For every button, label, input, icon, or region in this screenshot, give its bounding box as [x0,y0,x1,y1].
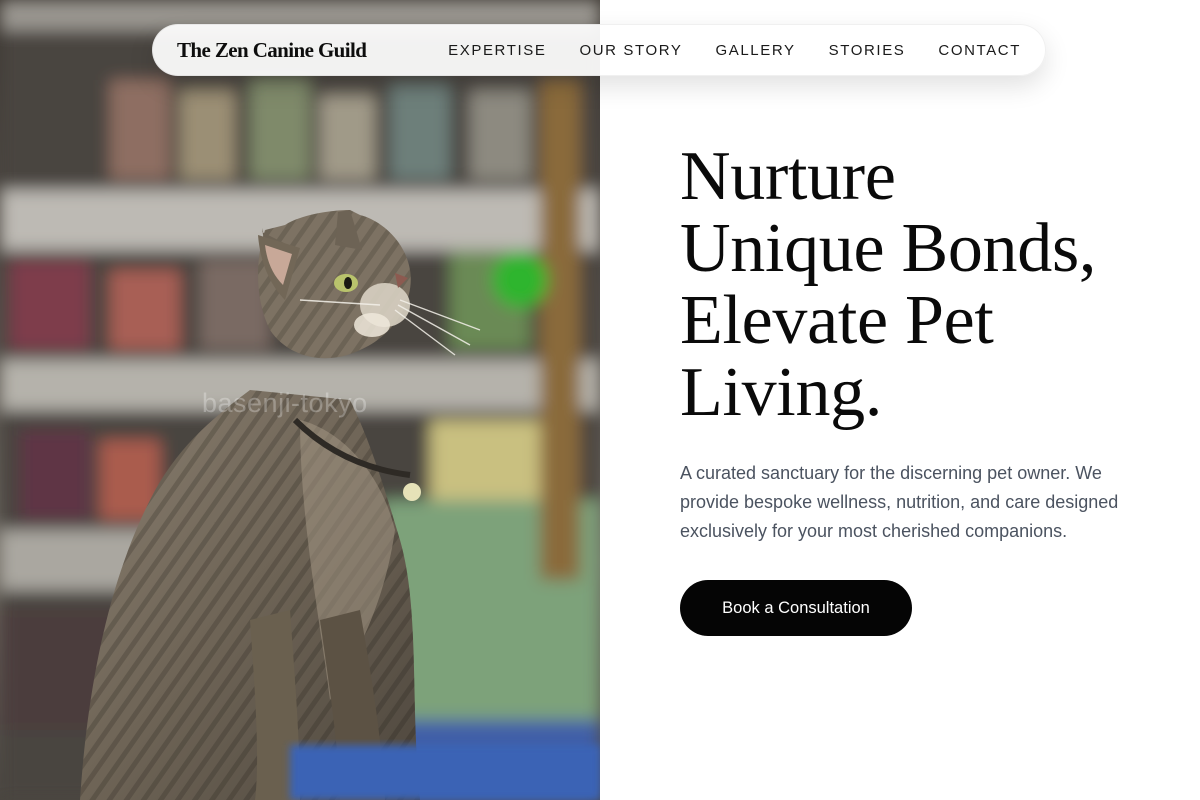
book-consultation-button[interactable]: Book a Consultation [680,580,912,636]
hero-section: Nurture Unique Bonds, Elevate Pet Living… [680,141,1160,636]
headline-line-2: Unique Bonds, [680,210,1097,287]
photo-watermark: basenji-tokyo [202,388,368,418]
nav-link-expertise[interactable]: EXPERTISE [448,42,546,59]
nav-link-gallery[interactable]: GALLERY [715,42,795,59]
brand-logo-text[interactable]: The Zen Canine Guild [177,38,367,63]
hero-photo: basenji-tokyo [0,0,600,800]
top-navbar: The Zen Canine Guild EXPERTISE OUR STORY… [152,24,1046,76]
nav-links: EXPERTISE OUR STORY GALLERY STORIES CONT… [448,42,1021,59]
nav-link-our-story[interactable]: OUR STORY [579,42,682,59]
nav-link-contact[interactable]: CONTACT [938,42,1021,59]
hero-headline: Nurture Unique Bonds, Elevate Pet Living… [680,141,1160,429]
nav-link-stories[interactable]: STORIES [829,42,906,59]
headline-line-4: Living. [680,354,883,431]
headline-line-3: Elevate Pet [680,282,994,359]
headline-line-1: Nurture [680,138,896,215]
hero-subtitle: A curated sanctuary for the discerning p… [680,463,1119,541]
